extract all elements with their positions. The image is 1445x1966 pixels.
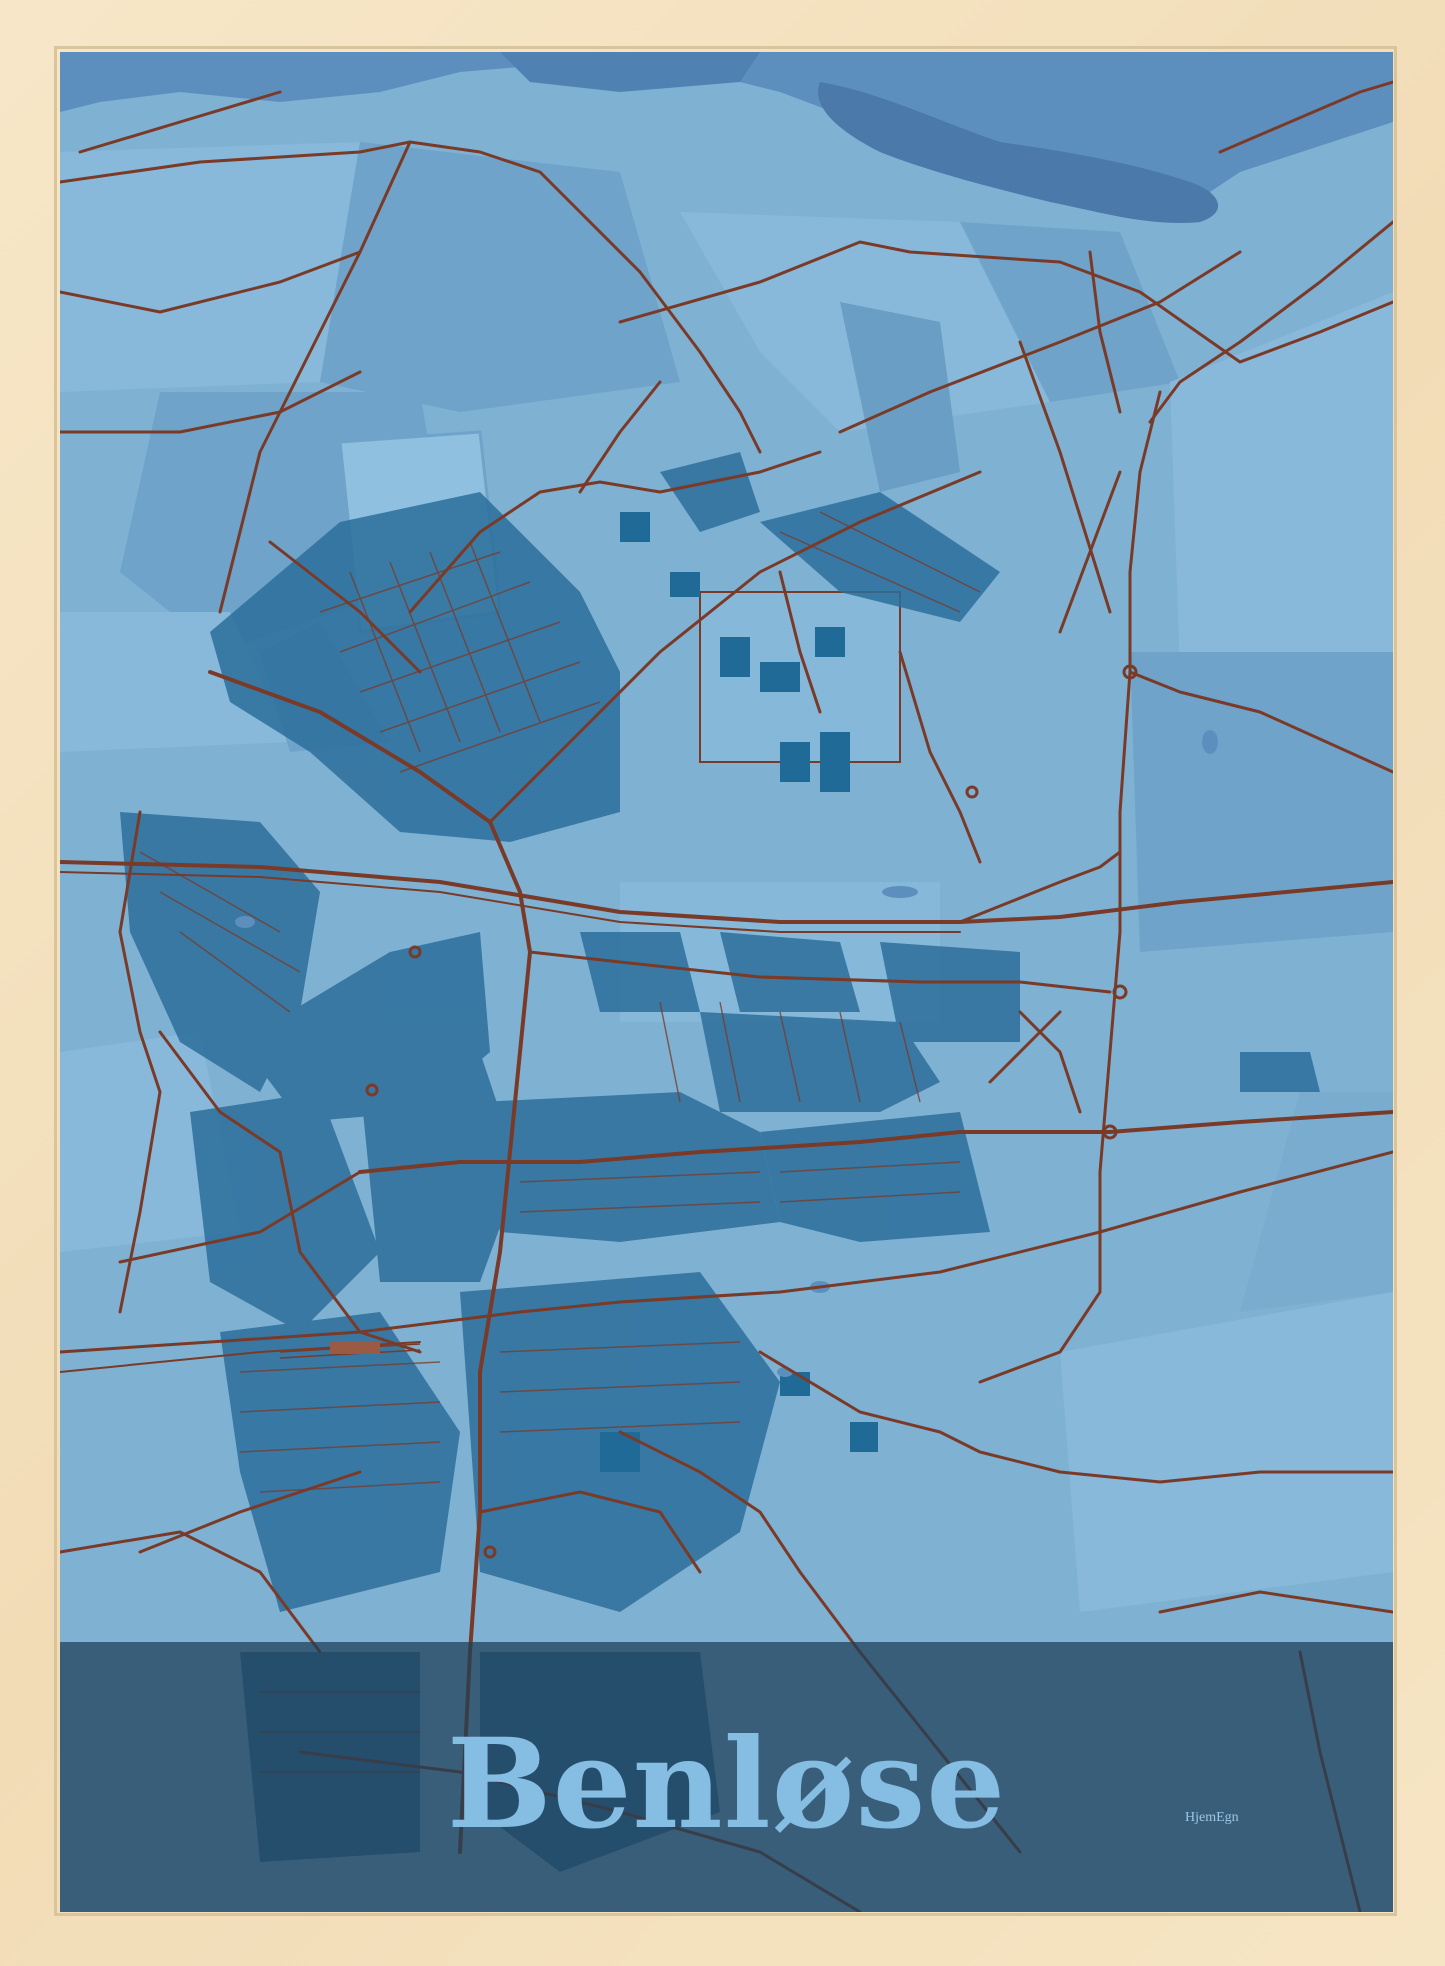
map-poster: Benløse HjemEgn	[60, 52, 1393, 1912]
map-canvas	[60, 52, 1393, 1912]
brand-mark: HjemEgn	[1185, 1810, 1239, 1825]
poster-title: Benløse	[446, 1712, 1007, 1857]
